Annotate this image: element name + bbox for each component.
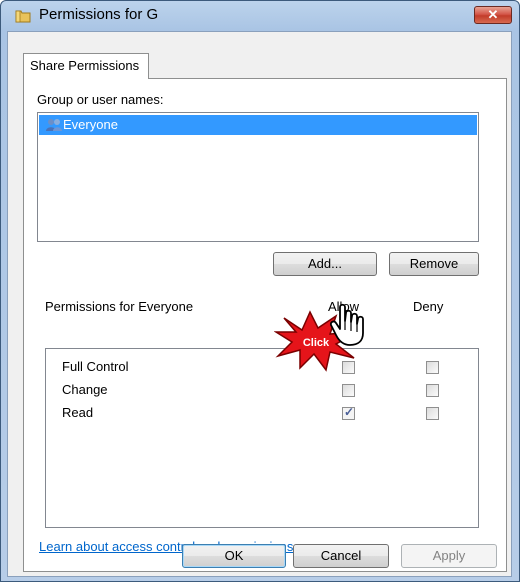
title-bar: Permissions for G ✕ — [1, 1, 519, 31]
list-item-label: Everyone — [63, 117, 118, 132]
checkmark-icon: ✓ — [344, 405, 355, 419]
window-title: Permissions for G — [39, 6, 159, 23]
deny-checkbox-change[interactable] — [426, 384, 439, 397]
add-button[interactable]: Add... — [273, 252, 377, 276]
folder-icon — [15, 10, 31, 23]
group-list-label: Group or user names: — [37, 92, 164, 107]
allow-checkbox-read[interactable]: ✓ — [342, 405, 355, 420]
deny-checkbox-read[interactable] — [426, 407, 439, 420]
group-user-list[interactable]: Everyone — [37, 112, 479, 242]
allow-checkbox-change[interactable] — [342, 384, 355, 397]
permissions-list: Full Control Change Read ✓ — [45, 348, 479, 528]
deny-column-header: Deny — [413, 299, 444, 314]
remove-button[interactable]: Remove — [389, 252, 479, 276]
dialog-client-area: Share Permissions Group or user names: E… — [7, 31, 512, 577]
deny-checkbox-full-control[interactable] — [426, 361, 439, 374]
permissions-header: Permissions for Everyone — [45, 299, 194, 314]
hand-cursor-icon — [329, 303, 364, 346]
tab-share-permissions[interactable]: Share Permissions — [23, 53, 149, 79]
list-item-everyone[interactable]: Everyone — [39, 115, 477, 135]
permission-name: Full Control — [62, 359, 129, 374]
permission-name: Read — [62, 405, 94, 420]
click-label: Click — [303, 337, 330, 349]
permission-name: Change — [62, 382, 108, 397]
ok-button[interactable]: OK — [182, 544, 286, 568]
apply-button: Apply — [401, 544, 497, 568]
users-icon — [46, 119, 62, 131]
cancel-button[interactable]: Cancel — [293, 544, 389, 568]
permissions-dialog: Permissions for G ✕ Share Permissions Gr… — [0, 0, 520, 582]
close-button[interactable]: ✕ — [474, 6, 512, 24]
